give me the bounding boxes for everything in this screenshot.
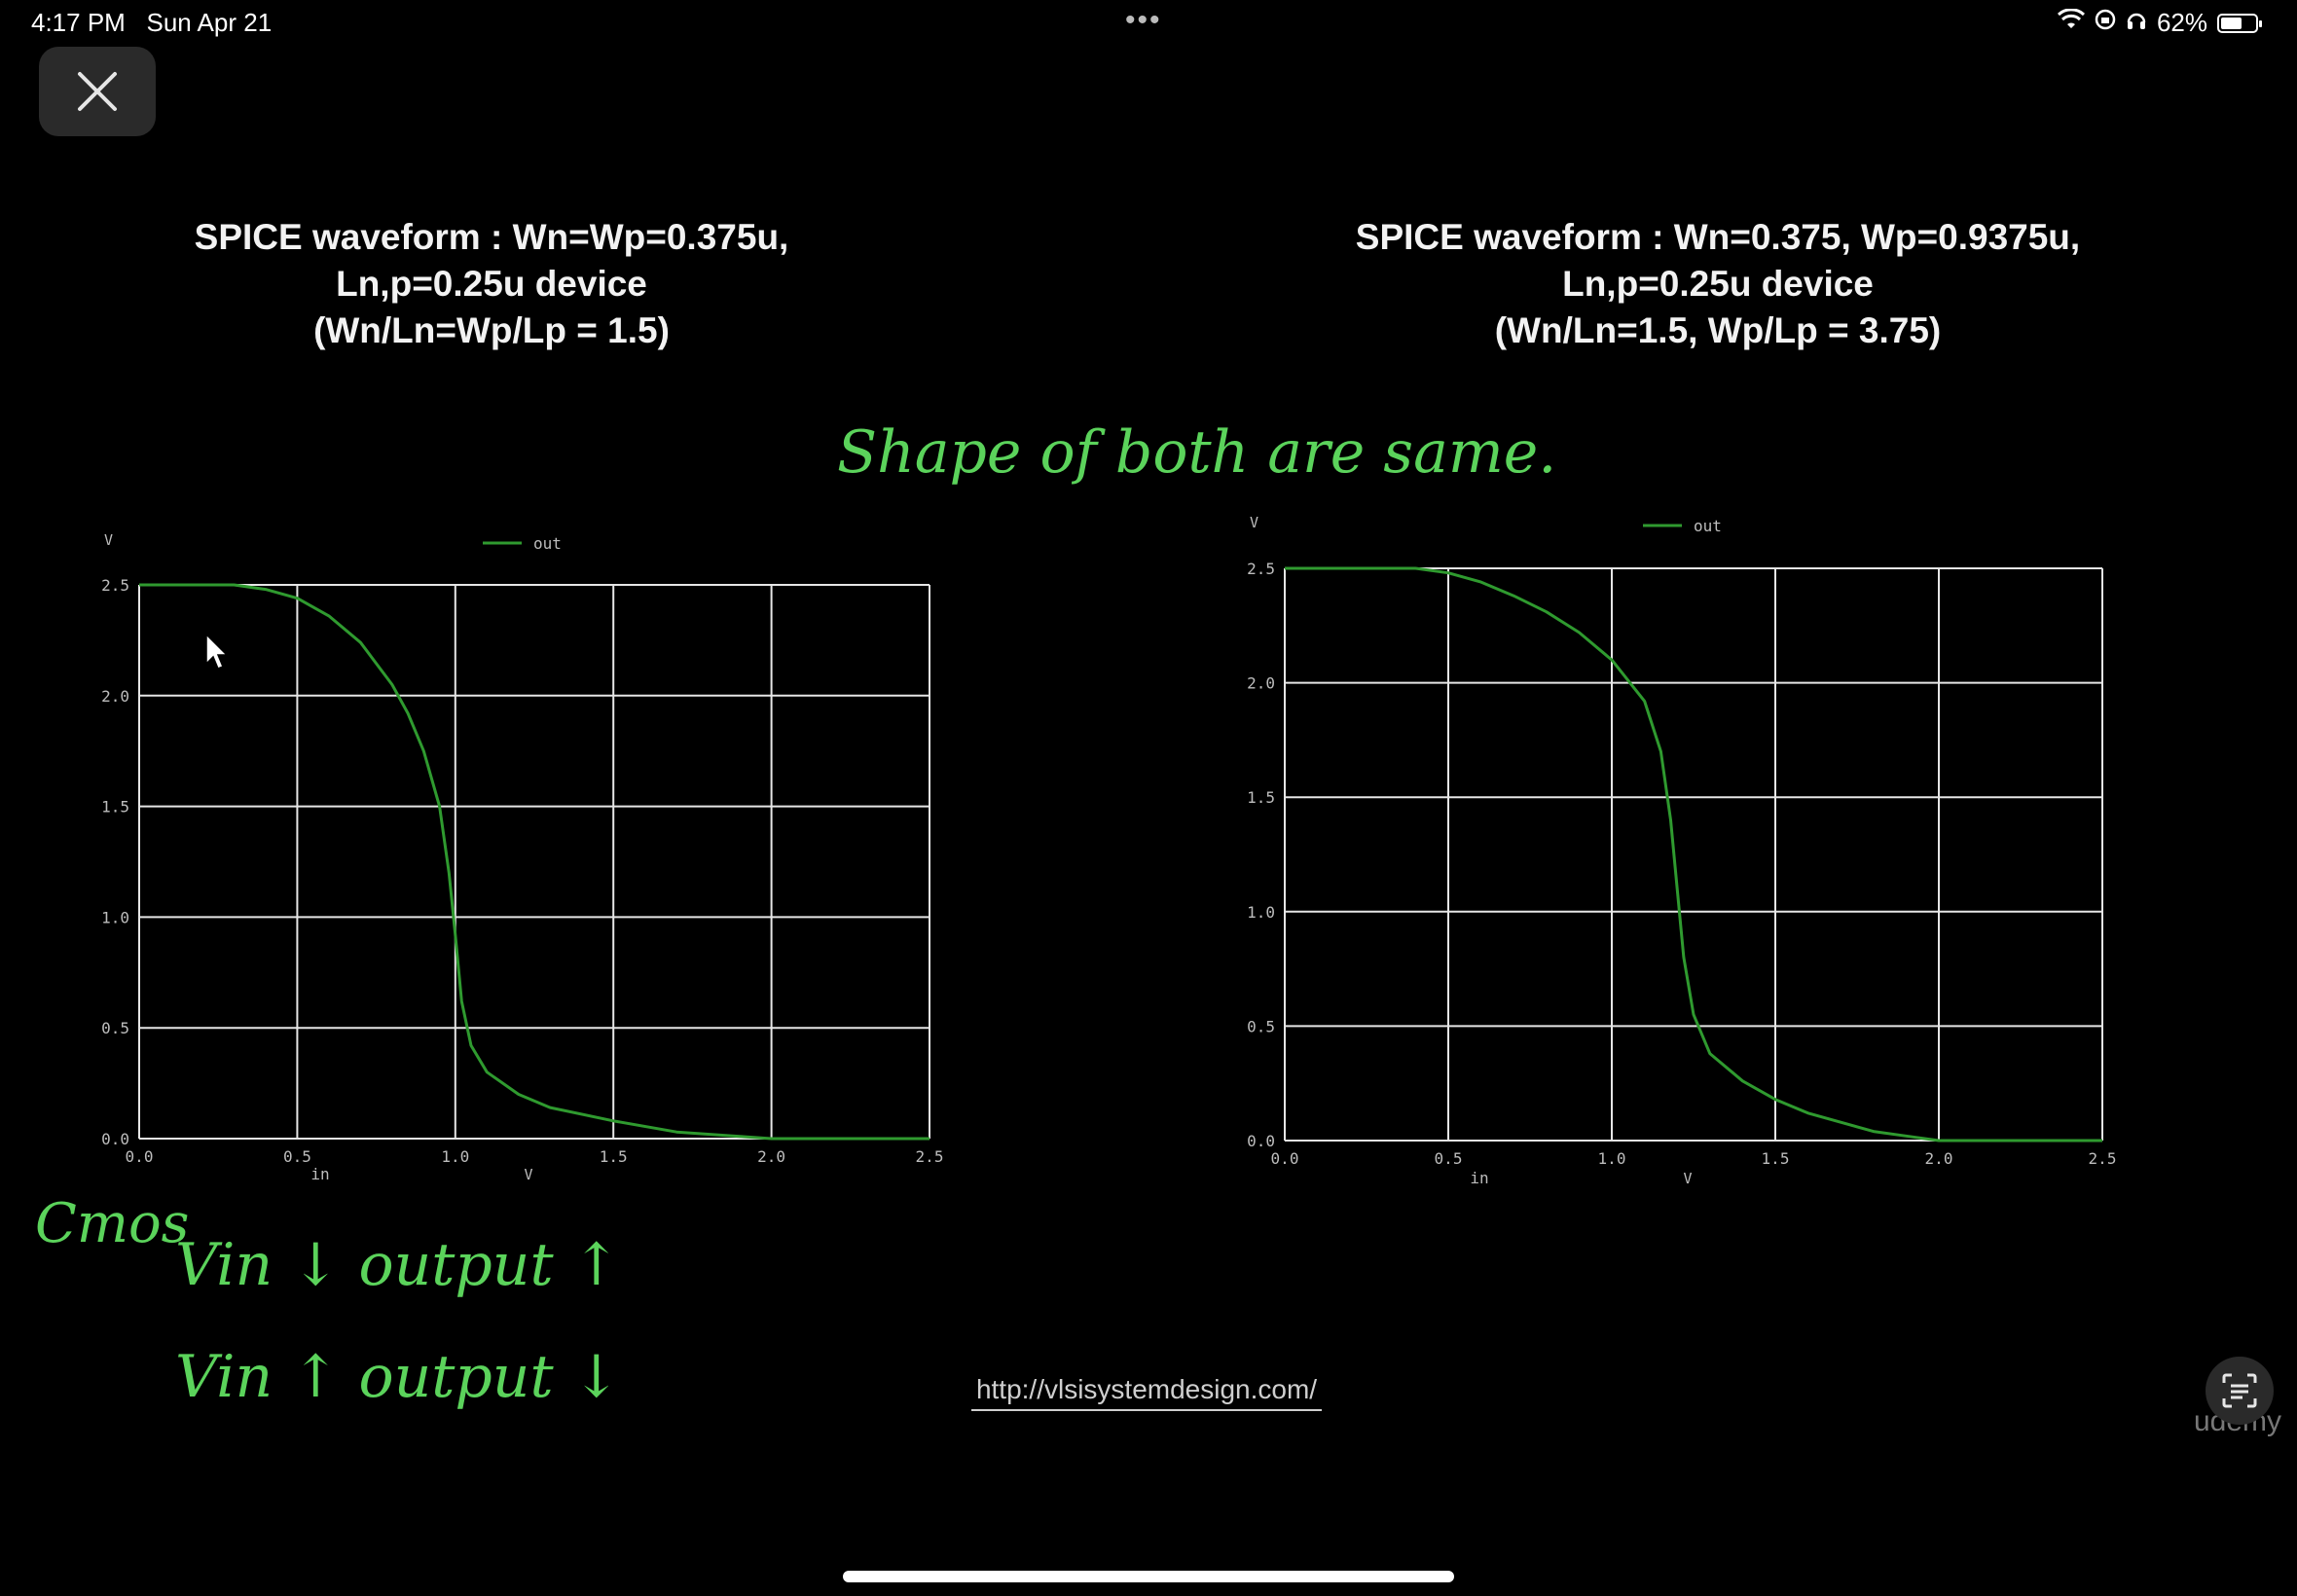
left-x-axis-unit: V	[524, 1166, 532, 1183]
right-x-tick-0: 0.0	[1271, 1149, 1299, 1168]
charts-canvas: 0.0 0.5 1.0 1.5 2.0 2.5 0.0 0.5 1.0 1.5 2.0 2.5 Vin V…	[101, 514, 2117, 1187]
left-y-tick-5: 2.5	[101, 576, 129, 595]
left-legend-label: out	[533, 534, 562, 553]
left-y-tick-0: 0.0	[101, 1130, 129, 1148]
left-y-tick-2: 1.0	[101, 908, 129, 926]
left-y-tick-4: 2.0	[101, 687, 129, 706]
right-y-tick-1: 0.5	[1247, 1017, 1275, 1035]
right-x-tick-1: 0.5	[1435, 1149, 1463, 1168]
left-x-tick-5: 2.5	[916, 1147, 944, 1166]
right-x-tick-3: 1.5	[1762, 1149, 1790, 1168]
left-y-tick-1: 0.5	[101, 1019, 129, 1037]
right-y-tick-2: 1.0	[1247, 903, 1275, 922]
left-x-tick-0: 0.0	[126, 1147, 154, 1166]
right-y-tick-0: 0.0	[1247, 1132, 1275, 1150]
right-x-tick-5: 2.5	[2089, 1149, 2117, 1168]
left-series-out	[139, 583, 930, 1141]
left-y-tick-3: 1.5	[101, 798, 129, 816]
left-x-tick-2: 1.0	[441, 1147, 469, 1166]
right-x-tick-2: 1.0	[1598, 1149, 1626, 1168]
left-x-axis-label: in	[310, 1165, 329, 1183]
right-y-tick-5: 2.5	[1247, 560, 1275, 578]
left-x-tick-3: 1.5	[600, 1147, 628, 1166]
home-indicator[interactable]	[843, 1571, 1454, 1582]
left-x-tick-1: 0.5	[283, 1147, 311, 1166]
right-x-axis-unit: V	[1683, 1170, 1692, 1187]
right-y-tick-4: 2.0	[1247, 674, 1275, 693]
right-y-tick-3: 1.5	[1247, 788, 1275, 807]
mouse-cursor-icon	[205, 633, 229, 670]
right-x-axis-label: in	[1470, 1169, 1488, 1187]
right-legend-label: out	[1694, 517, 1722, 535]
left-x-tick-4: 2.0	[757, 1147, 785, 1166]
live-text-button[interactable]	[2206, 1357, 2274, 1425]
left-y-axis-label: V	[104, 531, 113, 549]
scan-text-icon	[2222, 1373, 2257, 1408]
right-y-axis-label: V	[1250, 514, 1258, 531]
right-x-tick-4: 2.0	[1925, 1149, 1953, 1168]
right-series-out	[1285, 566, 2102, 1143]
footer-link[interactable]: http://vlsisystemdesign.com/	[971, 1374, 1322, 1411]
